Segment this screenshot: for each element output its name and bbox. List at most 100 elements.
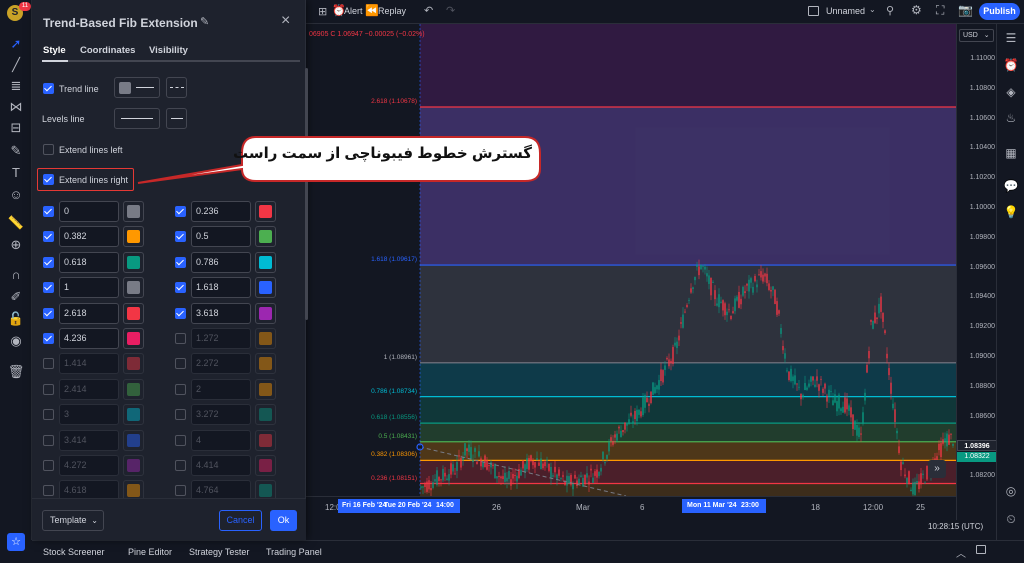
level-value-input[interactable]: 4: [191, 430, 251, 451]
level-value-input[interactable]: 4.414: [191, 455, 251, 476]
level-color-swatch[interactable]: [123, 455, 144, 476]
level-checkbox[interactable]: [43, 485, 54, 496]
level-value-input[interactable]: 3.272: [191, 404, 251, 425]
level-color-swatch[interactable]: [255, 252, 276, 273]
undo-icon[interactable]: ↶: [424, 4, 433, 17]
layout-icon[interactable]: [808, 6, 819, 16]
magnet-icon[interactable]: ∩: [6, 265, 26, 285]
lock-drawing-icon[interactable]: ✐: [6, 287, 26, 307]
fib-tool-icon[interactable]: ≣: [6, 76, 26, 96]
level-color-swatch[interactable]: [123, 430, 144, 451]
level-color-swatch[interactable]: [255, 328, 276, 349]
level-color-swatch[interactable]: [255, 455, 276, 476]
layers-icon[interactable]: ◈: [1003, 84, 1019, 100]
level-color-swatch[interactable]: [123, 252, 144, 273]
level-checkbox[interactable]: [175, 409, 186, 420]
level-checkbox[interactable]: [43, 358, 54, 369]
level-value-input[interactable]: 4.236: [59, 328, 119, 349]
level-color-swatch[interactable]: [255, 226, 276, 247]
cursor-icon[interactable]: ➚: [6, 34, 26, 54]
lock-icon[interactable]: 🔓: [6, 309, 26, 329]
level-value-input[interactable]: 2: [191, 379, 251, 400]
level-checkbox[interactable]: [175, 257, 186, 268]
alerts-clock-icon[interactable]: ⏰: [1003, 57, 1019, 73]
level-checkbox[interactable]: [175, 206, 186, 217]
collapse-panel-icon[interactable]: ︿: [956, 545, 966, 560]
level-checkbox[interactable]: [175, 460, 186, 471]
layout-name[interactable]: Unnamed: [826, 6, 865, 16]
level-value-input[interactable]: 1: [59, 277, 119, 298]
dialog-collapse-icon[interactable]: ⊞: [318, 5, 327, 18]
redo-icon[interactable]: ↷: [446, 4, 455, 17]
trash-icon[interactable]: 🗑: [6, 362, 26, 382]
price-axis[interactable]: USD ⌄ 1.11000 1.10800 1.10600 1.10400 1.10200…: [956, 24, 997, 520]
pattern-tool-icon[interactable]: ⋈: [6, 97, 26, 117]
level-checkbox[interactable]: [43, 435, 54, 446]
ruler-icon[interactable]: 📏: [6, 213, 26, 233]
replay-button[interactable]: Replay: [378, 6, 406, 16]
tab-stock-screener[interactable]: Stock Screener: [43, 547, 105, 557]
favorites-star-icon[interactable]: ☆: [7, 533, 25, 551]
level-value-input[interactable]: 3.618: [191, 303, 251, 324]
tab-strategy-tester[interactable]: Strategy Tester: [189, 547, 249, 557]
level-value-input[interactable]: 0.5: [191, 226, 251, 247]
cancel-button[interactable]: Cancel: [219, 510, 262, 531]
replay-icon[interactable]: ⏪: [365, 4, 379, 17]
level-checkbox[interactable]: [175, 282, 186, 293]
chat-icon[interactable]: 💬: [1003, 178, 1019, 194]
projection-tool-icon[interactable]: ⊟: [6, 118, 26, 138]
tab-trading-panel[interactable]: Trading Panel: [266, 547, 322, 557]
camera-icon[interactable]: 📷: [958, 3, 973, 17]
level-value-input[interactable]: 0: [59, 201, 119, 222]
level-checkbox[interactable]: [175, 231, 186, 242]
level-color-swatch[interactable]: [123, 353, 144, 374]
level-color-swatch[interactable]: [255, 379, 276, 400]
tab-pine-editor[interactable]: Pine Editor: [128, 547, 172, 557]
level-checkbox[interactable]: [43, 257, 54, 268]
alert-button[interactable]: Alert: [344, 6, 363, 16]
level-checkbox[interactable]: [43, 460, 54, 471]
settings-gear-icon[interactable]: ⚙: [911, 3, 922, 17]
clock-readout[interactable]: 10:28:15 (UTC): [928, 522, 983, 531]
level-checkbox[interactable]: [175, 308, 186, 319]
level-color-swatch[interactable]: [255, 404, 276, 425]
level-color-swatch[interactable]: [123, 328, 144, 349]
level-value-input[interactable]: 0.382: [59, 226, 119, 247]
level-checkbox[interactable]: [43, 384, 54, 395]
level-color-swatch[interactable]: [255, 303, 276, 324]
level-checkbox[interactable]: [43, 282, 54, 293]
chart-pane[interactable]: 06905 C 1.06947 −0.00025 (−0.02%) 2.618 …: [306, 24, 956, 496]
hotlist-flame-icon[interactable]: ♨: [1003, 110, 1019, 126]
level-value-input[interactable]: 0.786: [191, 252, 251, 273]
level-checkbox[interactable]: [43, 409, 54, 420]
level-checkbox[interactable]: [43, 308, 54, 319]
trend-line-icon[interactable]: ╱: [6, 55, 26, 75]
text-tool-icon[interactable]: T: [6, 163, 26, 183]
brush-icon[interactable]: ✎: [6, 141, 26, 161]
fullscreen-icon[interactable]: ⛶: [936, 3, 944, 18]
calendar-icon[interactable]: ▦: [1003, 145, 1019, 161]
level-checkbox[interactable]: [175, 435, 186, 446]
level-color-swatch[interactable]: [255, 353, 276, 374]
level-value-input[interactable]: 1.272: [191, 328, 251, 349]
level-color-swatch[interactable]: [255, 430, 276, 451]
level-checkbox[interactable]: [43, 333, 54, 344]
zoom-in-icon[interactable]: ⊕: [6, 235, 26, 255]
level-color-swatch[interactable]: [123, 404, 144, 425]
ideas-bulb-icon[interactable]: 💡: [1003, 204, 1019, 220]
level-checkbox[interactable]: [43, 206, 54, 217]
watchlist-icon[interactable]: ☰: [1003, 30, 1019, 46]
level-checkbox[interactable]: [175, 333, 186, 344]
template-dropdown[interactable]: Template ⌄: [42, 510, 104, 531]
level-value-input[interactable]: 4.272: [59, 455, 119, 476]
level-value-input[interactable]: 3.414: [59, 430, 119, 451]
level-checkbox[interactable]: [175, 384, 186, 395]
level-value-input[interactable]: 2.618: [59, 303, 119, 324]
level-color-swatch[interactable]: [255, 277, 276, 298]
eye-icon[interactable]: ◉: [6, 331, 26, 351]
ok-button[interactable]: Ok: [270, 510, 297, 531]
maximize-panel-icon[interactable]: [976, 545, 986, 554]
level-value-input[interactable]: 1.618: [191, 277, 251, 298]
clock-icon[interactable]: ⏲: [1003, 511, 1019, 527]
scroll-to-realtime-button[interactable]: »: [928, 460, 946, 478]
